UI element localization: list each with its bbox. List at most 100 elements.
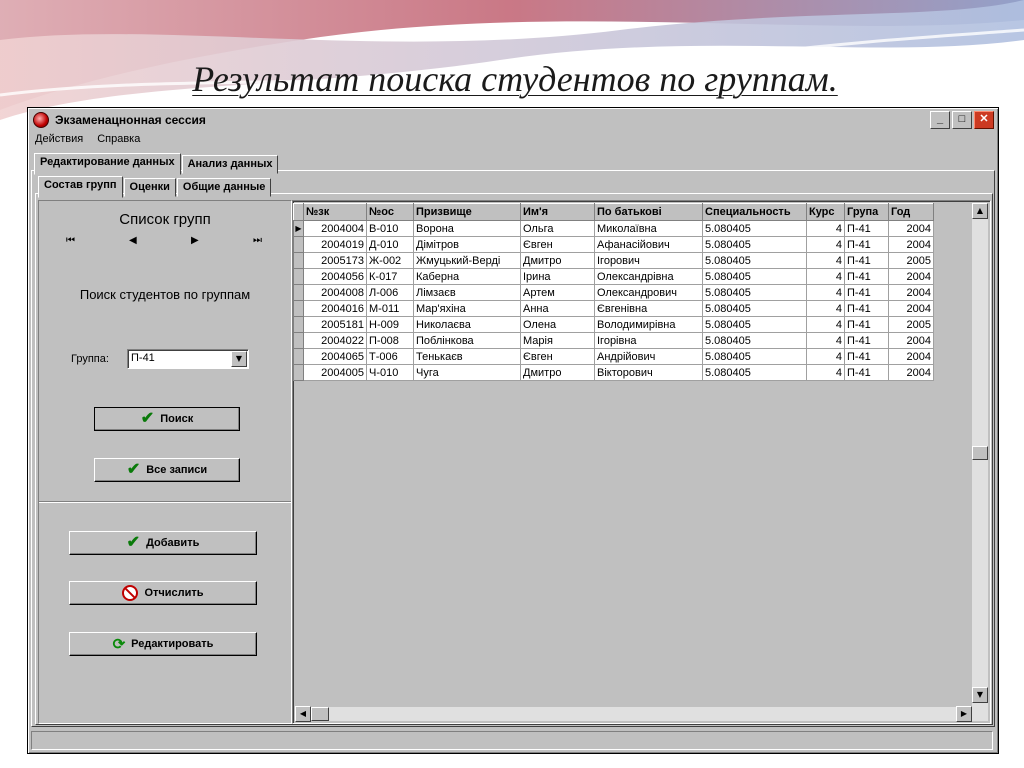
- horizontal-scroll-thumb[interactable]: [311, 707, 329, 721]
- table-cell[interactable]: Афанасійович: [594, 236, 703, 253]
- table-cell[interactable]: 2004: [888, 236, 934, 253]
- table-cell[interactable]: Дмитро: [520, 364, 595, 381]
- table-cell[interactable]: 4: [806, 252, 845, 269]
- table-cell[interactable]: М-011: [366, 300, 414, 317]
- table-cell[interactable]: 2004: [888, 220, 934, 237]
- table-row[interactable]: 2005181 Н-009 Николаєва Олена Володимирівна 5…: [293, 316, 934, 333]
- table-cell[interactable]: Євген: [520, 348, 595, 365]
- table-cell[interactable]: Д-010: [366, 236, 414, 253]
- minimize-button[interactable]: _: [930, 111, 950, 129]
- table-cell[interactable]: 4: [806, 300, 845, 317]
- column-header[interactable]: №ос: [366, 203, 414, 221]
- table-cell[interactable]: Т-006: [366, 348, 414, 365]
- table-cell[interactable]: 4: [806, 364, 845, 381]
- table-cell[interactable]: 5.080405: [702, 316, 807, 333]
- table-cell[interactable]: П-41: [844, 236, 889, 253]
- edit-button[interactable]: ⟳ Редактировать: [69, 632, 257, 656]
- scroll-left-icon[interactable]: ◀: [295, 706, 311, 722]
- table-cell[interactable]: Ігорович: [594, 252, 703, 269]
- table-cell[interactable]: 2004: [888, 300, 934, 317]
- scroll-down-icon[interactable]: ▼: [972, 687, 988, 703]
- table-cell[interactable]: Олександрович: [594, 284, 703, 301]
- table-cell[interactable]: П-41: [844, 300, 889, 317]
- last-record-icon[interactable]: ⏭: [253, 235, 262, 247]
- tab-grades[interactable]: Оценки: [123, 178, 176, 197]
- table-cell[interactable]: Артем: [520, 284, 595, 301]
- table-cell[interactable]: П-41: [844, 364, 889, 381]
- table-cell[interactable]: 2004: [888, 348, 934, 365]
- table-cell[interactable]: 2005181: [303, 316, 367, 333]
- table-row[interactable]: 2004065 Т-006 Тенькаєв Євген Андрійович 5.080…: [293, 348, 934, 365]
- table-cell[interactable]: 2004005: [303, 364, 367, 381]
- table-row[interactable]: 2004056 К-017 Каберна Ірина Олександрівна 5.0…: [293, 268, 934, 285]
- table-cell[interactable]: 2004022: [303, 332, 367, 349]
- table-cell[interactable]: 5.080405: [702, 284, 807, 301]
- table-cell[interactable]: 2004056: [303, 268, 367, 285]
- table-cell[interactable]: 2004019: [303, 236, 367, 253]
- all-records-button[interactable]: ✔ Все записи: [94, 458, 240, 482]
- expel-button[interactable]: Отчислить: [69, 581, 257, 605]
- column-header[interactable]: По батькові: [594, 203, 703, 221]
- add-button[interactable]: ✔ Добавить: [69, 531, 257, 555]
- first-record-icon[interactable]: ⏮: [66, 235, 75, 247]
- table-row[interactable]: 2004019 Д-010 Дімітров Євген Афанасійович 5.0…: [293, 236, 934, 253]
- table-cell[interactable]: 4: [806, 236, 845, 253]
- table-cell[interactable]: 5.080405: [702, 300, 807, 317]
- title-bar[interactable]: Экзаменацнонная сессия _ □ ✕: [30, 110, 996, 130]
- table-cell[interactable]: 2005173: [303, 252, 367, 269]
- table-cell[interactable]: 5.080405: [702, 252, 807, 269]
- vertical-scroll-thumb[interactable]: [972, 446, 988, 460]
- search-button[interactable]: ✔ Поиск: [94, 407, 240, 431]
- table-cell[interactable]: 4: [806, 284, 845, 301]
- table-cell[interactable]: Николаєва: [413, 316, 521, 333]
- table-cell[interactable]: Ігорівна: [594, 332, 703, 349]
- table-cell[interactable]: 2004: [888, 332, 934, 349]
- table-row[interactable]: 2005173 Ж-002 Жмуцький-Верді Дмитро Ігорович…: [293, 252, 934, 269]
- column-header[interactable]: Им'я: [520, 203, 595, 221]
- table-cell[interactable]: 5.080405: [702, 236, 807, 253]
- maximize-button[interactable]: □: [952, 111, 972, 129]
- table-cell[interactable]: Чуга: [413, 364, 521, 381]
- tab-edit-data[interactable]: Редактирование данных: [34, 153, 181, 175]
- vertical-scrollbar[interactable]: ▲ ▼: [972, 203, 988, 721]
- tab-group-composition[interactable]: Состав групп: [38, 176, 123, 198]
- table-cell[interactable]: 5.080405: [702, 364, 807, 381]
- table-cell[interactable]: Дмитро: [520, 252, 595, 269]
- table-cell[interactable]: Ч-010: [366, 364, 414, 381]
- table-cell[interactable]: Володимирівна: [594, 316, 703, 333]
- column-header[interactable]: №зк: [303, 203, 367, 221]
- table-cell[interactable]: П-41: [844, 348, 889, 365]
- column-header[interactable]: Год: [888, 203, 934, 221]
- table-cell[interactable]: Євген: [520, 236, 595, 253]
- table-cell[interactable]: 2004016: [303, 300, 367, 317]
- table-cell[interactable]: П-008: [366, 332, 414, 349]
- table-cell[interactable]: Олександрівна: [594, 268, 703, 285]
- tab-general-data[interactable]: Общие данные: [176, 178, 272, 197]
- table-cell[interactable]: 2004: [888, 268, 934, 285]
- column-header[interactable]: Призвище: [413, 203, 521, 221]
- table-cell[interactable]: Жмуцький-Верді: [413, 252, 521, 269]
- table-cell[interactable]: Анна: [520, 300, 595, 317]
- table-cell[interactable]: Вікторович: [594, 364, 703, 381]
- table-cell[interactable]: Ірина: [520, 268, 595, 285]
- table-cell[interactable]: 4: [806, 316, 845, 333]
- table-cell[interactable]: 2004004: [303, 220, 367, 237]
- table-cell[interactable]: Олена: [520, 316, 595, 333]
- menu-item-actions[interactable]: Действия: [35, 133, 83, 149]
- table-cell[interactable]: 4: [806, 268, 845, 285]
- column-header[interactable]: Група: [844, 203, 889, 221]
- table-cell[interactable]: Л-006: [366, 284, 414, 301]
- table-row[interactable]: 2004022 П-008 Поблінкова Марія Ігорівна 5.080…: [293, 332, 934, 349]
- table-cell[interactable]: Ольга: [520, 220, 595, 237]
- table-cell[interactable]: П-41: [844, 252, 889, 269]
- close-button[interactable]: ✕: [974, 111, 994, 129]
- menu-item-help[interactable]: Справка: [97, 133, 140, 149]
- table-cell[interactable]: П-41: [844, 332, 889, 349]
- table-cell[interactable]: Поблінкова: [413, 332, 521, 349]
- table-cell[interactable]: П-41: [844, 220, 889, 237]
- group-select[interactable]: П-41 ▼: [127, 349, 249, 369]
- scroll-up-icon[interactable]: ▲: [972, 203, 988, 219]
- table-cell[interactable]: Н-009: [366, 316, 414, 333]
- table-cell[interactable]: Мар'яхіна: [413, 300, 521, 317]
- table-cell[interactable]: 4: [806, 220, 845, 237]
